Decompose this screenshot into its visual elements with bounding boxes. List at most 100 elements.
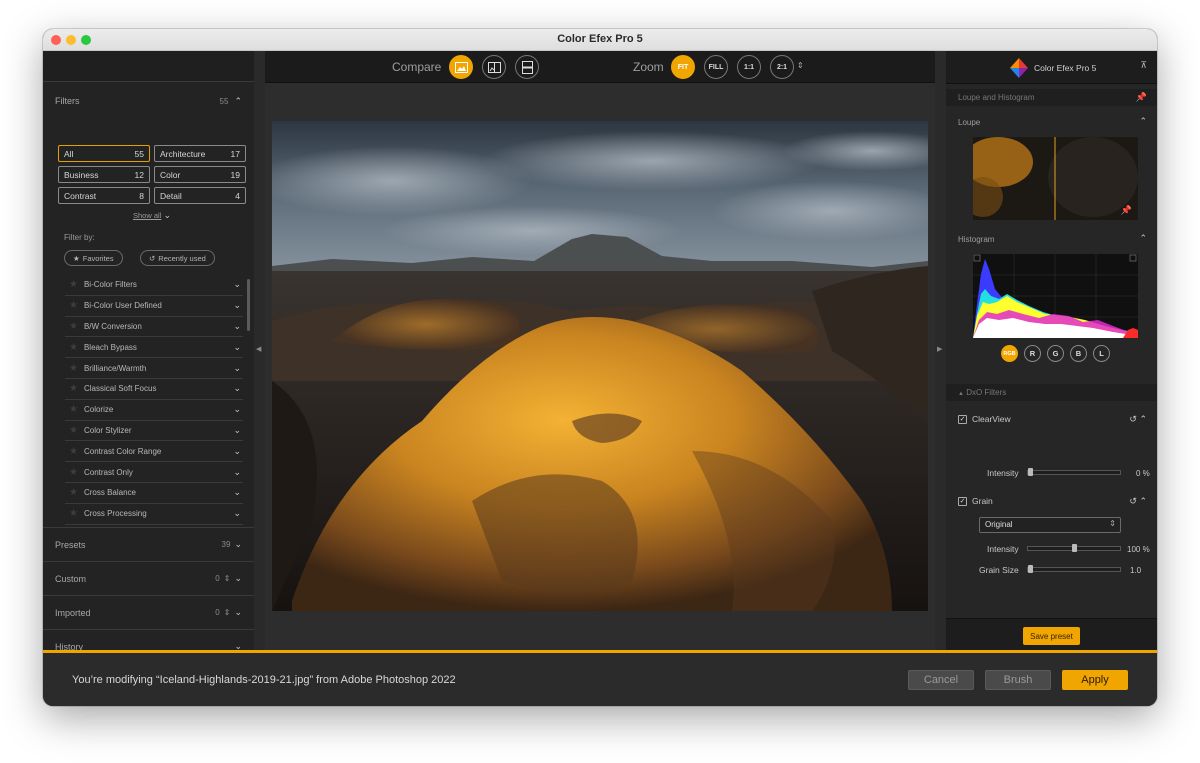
cancel-button[interactable]: Cancel xyxy=(908,670,974,690)
grain-checkbox[interactable]: ✓ xyxy=(958,496,967,506)
sort-icon[interactable]: ⇕ xyxy=(224,574,231,583)
filter-item[interactable]: ★ B/W Conversion ⌄ xyxy=(65,317,243,338)
star-icon[interactable]: ★ xyxy=(69,425,78,436)
star-icon[interactable]: ★ xyxy=(69,300,78,311)
filter-item[interactable]: ★ Contrast Color Range ⌄ xyxy=(65,441,243,463)
zoom-fill-button[interactable]: FILL xyxy=(704,55,728,79)
zoom-1-1-button[interactable]: 1:1 xyxy=(737,55,761,79)
channel-rgb-button[interactable]: RGB xyxy=(1001,345,1018,362)
filter-item[interactable]: ★ Contrast Only ⌄ xyxy=(65,462,243,483)
brush-button[interactable]: Brush xyxy=(985,670,1051,690)
star-icon[interactable]: ★ xyxy=(69,446,78,457)
chevron-down-icon[interactable]: ⌄ xyxy=(233,279,241,290)
filter-item[interactable]: ★ Colorize ⌄ xyxy=(65,400,243,421)
grain-filter-header[interactable]: ✓ Grain ↺ ⌃ xyxy=(958,493,1147,509)
chevron-up-icon[interactable]: ⌃ xyxy=(1139,233,1147,244)
star-icon[interactable]: ★ xyxy=(69,321,78,332)
apply-button[interactable]: Apply xyxy=(1062,670,1128,690)
chevron-down-icon[interactable]: ⌄ xyxy=(234,539,242,550)
show-all-link[interactable]: Show all ⌄ xyxy=(133,210,171,221)
loupe-view[interactable]: 📌 xyxy=(973,137,1138,220)
reset-icon[interactable]: ↺ xyxy=(1129,414,1137,424)
chevron-down-icon[interactable]: ⌄ xyxy=(233,300,241,311)
channel-b-button[interactable]: B xyxy=(1070,345,1087,362)
filter-item[interactable]: ★ Bi-Color User Defined ⌄ xyxy=(65,296,243,317)
chevron-down-icon[interactable]: ⌄ xyxy=(233,467,241,478)
chevron-down-icon[interactable]: ⌄ xyxy=(233,425,241,436)
chevron-up-icon[interactable]: ⌃ xyxy=(1139,414,1147,424)
compare-single-view-button[interactable] xyxy=(449,55,473,79)
left-panel-toggle[interactable]: ◀ xyxy=(254,51,265,650)
star-icon[interactable]: ★ xyxy=(69,342,78,353)
category-all[interactable]: All 55 xyxy=(58,145,150,162)
star-icon[interactable]: ★ xyxy=(69,467,78,478)
star-icon[interactable]: ★ xyxy=(69,508,78,519)
zoom-stepper-icon[interactable]: ⇕ xyxy=(797,61,804,70)
filter-item[interactable]: ★ Color Stylizer ⌄ xyxy=(65,421,243,442)
category-architecture[interactable]: Architecture 17 xyxy=(154,145,246,162)
custom-section[interactable]: Custom 0 ⇕ ⌄ xyxy=(43,561,254,595)
chevron-down-icon[interactable]: ⌄ xyxy=(233,321,241,332)
compare-split-view-button[interactable] xyxy=(482,55,506,79)
chevron-up-icon[interactable]: ⌃ xyxy=(1139,116,1147,127)
chevron-down-icon[interactable]: ⌄ xyxy=(233,383,241,394)
chevron-down-icon[interactable]: ⌄ xyxy=(233,487,241,498)
filter-item-label: Cross Balance xyxy=(83,488,136,498)
imported-count: 0 xyxy=(215,608,220,617)
chevron-down-icon[interactable]: ⌄ xyxy=(233,342,241,353)
pin-icon[interactable]: 📌 xyxy=(1136,92,1147,103)
category-detail[interactable]: Detail 4 xyxy=(154,187,246,204)
chevron-down-icon[interactable]: ⌄ xyxy=(233,508,241,519)
chevron-up-icon[interactable]: ⌃ xyxy=(234,96,242,107)
category-count: 8 xyxy=(139,190,144,201)
chevron-down-icon[interactable]: ⌄ xyxy=(233,363,241,374)
right-panel-toggle[interactable]: ▶ xyxy=(935,51,946,650)
chevron-down-icon[interactable]: ⌄ xyxy=(234,573,242,584)
filter-item[interactable]: ★ Bi-Color Filters ⌄ xyxy=(65,275,243,296)
zoom-fit-button[interactable]: FIT xyxy=(671,55,695,79)
clearview-checkbox[interactable]: ✓ xyxy=(958,414,967,424)
chevron-down-icon[interactable]: ⌄ xyxy=(233,404,241,415)
imported-section[interactable]: Imported 0 ⇕ ⌄ xyxy=(43,595,254,629)
favorites-button[interactable]: ★ Favorites xyxy=(64,250,123,266)
star-icon[interactable]: ★ xyxy=(69,363,78,374)
compare-side-by-side-button[interactable] xyxy=(515,55,539,79)
grain-intensity-slider[interactable] xyxy=(1027,544,1121,552)
channel-l-button[interactable]: L xyxy=(1093,345,1110,362)
presets-section[interactable]: Presets 39 ⌄ xyxy=(43,527,254,561)
category-color[interactable]: Color 19 xyxy=(154,166,246,183)
filter-item[interactable]: ★ Brilliance/Warmth ⌄ xyxy=(65,358,243,379)
recently-used-button[interactable]: ↺ Recently used xyxy=(140,250,215,266)
filter-item[interactable]: ★ Bleach Bypass ⌄ xyxy=(65,337,243,359)
grain-size-slider[interactable] xyxy=(1027,565,1121,573)
reset-icon[interactable]: ↺ xyxy=(1129,496,1137,506)
preview-image[interactable] xyxy=(272,121,928,611)
star-icon[interactable]: ★ xyxy=(69,404,78,415)
star-icon[interactable]: ★ xyxy=(69,279,78,290)
star-icon[interactable]: ★ xyxy=(69,383,78,394)
sort-icon[interactable]: ⇕ xyxy=(224,608,231,617)
zoom-2-1-button[interactable]: 2:1 xyxy=(770,55,794,79)
pin-icon[interactable]: 📌 xyxy=(1121,205,1132,216)
collapse-panel-icon[interactable]: ⊼ xyxy=(1140,60,1147,71)
filter-list-scrollbar[interactable] xyxy=(247,279,250,331)
filters-section-header[interactable]: Filters 55 ⌃ xyxy=(55,92,242,110)
star-icon[interactable]: ★ xyxy=(69,487,78,498)
channel-g-button[interactable]: G xyxy=(1047,345,1064,362)
filter-item[interactable]: ★ Cross Balance ⌄ xyxy=(65,483,243,504)
slider-thumb[interactable] xyxy=(1071,544,1077,552)
category-business[interactable]: Business 12 xyxy=(58,166,150,183)
chevron-down-icon[interactable]: ⌄ xyxy=(233,446,241,457)
channel-r-button[interactable]: R xyxy=(1024,345,1041,362)
grain-mode-select[interactable]: Original ⇕ xyxy=(979,517,1121,533)
slider-thumb[interactable] xyxy=(1028,468,1033,476)
chevron-up-icon[interactable]: ⌃ xyxy=(1139,496,1147,506)
category-contrast[interactable]: Contrast 8 xyxy=(58,187,150,204)
chevron-down-icon[interactable]: ⌄ xyxy=(234,607,242,618)
slider-thumb[interactable] xyxy=(1028,565,1033,573)
clearview-filter-header[interactable]: ✓ ClearView ↺ ⌃ xyxy=(958,411,1147,427)
save-preset-button[interactable]: Save preset xyxy=(1023,627,1080,645)
filter-item[interactable]: ★ Cross Processing ⌄ xyxy=(65,504,243,525)
clearview-intensity-slider[interactable] xyxy=(1027,468,1121,476)
filter-item[interactable]: ★ Classical Soft Focus ⌄ xyxy=(65,379,243,400)
